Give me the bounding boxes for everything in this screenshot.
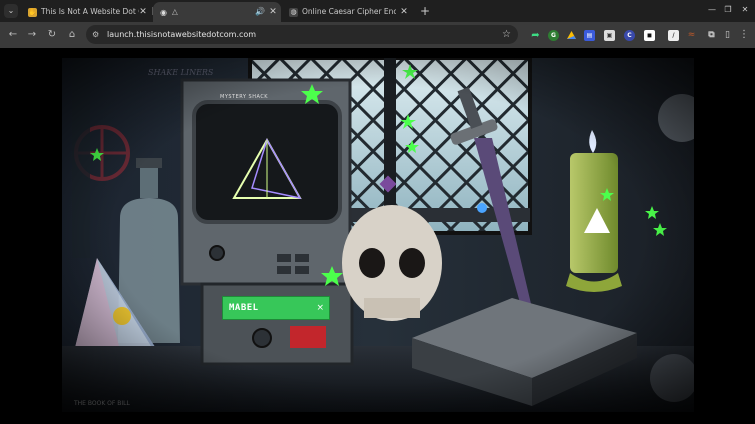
reload-icon[interactable]: ↻ xyxy=(44,27,60,43)
name-input-field[interactable]: MABEL × xyxy=(222,296,330,320)
tab-title: △ xyxy=(172,7,178,16)
scene-illustration xyxy=(62,58,694,412)
shack-scene[interactable]: MYSTERY SHACK SHAKE LINERS MABEL × THE B… xyxy=(62,58,694,412)
page-content: MYSTERY SHACK SHAKE LINERS MABEL × THE B… xyxy=(0,48,755,424)
extension-c-icon[interactable]: C xyxy=(624,30,635,41)
minimize-icon[interactable]: — xyxy=(705,2,719,18)
close-tab-icon[interactable]: ✕ xyxy=(138,2,148,22)
home-icon[interactable]: ⌂ xyxy=(64,27,80,43)
google-drive-icon[interactable] xyxy=(566,30,577,41)
clear-name-icon[interactable]: × xyxy=(316,297,324,319)
extension-wave-icon[interactable]: ≈ xyxy=(686,30,697,41)
tab-caesar-cipher[interactable]: ◍ Online Caesar Cipher Encode a ✕ xyxy=(283,2,413,22)
tab-title: This Is Not A Website Dot Com xyxy=(41,7,139,16)
close-tab-icon[interactable]: ✕ xyxy=(268,2,278,22)
name-input-value[interactable]: MABEL xyxy=(229,297,259,319)
tab-search-button[interactable]: ⌄ xyxy=(4,4,18,18)
wall-graffiti: SHAKE LINERS xyxy=(148,68,214,77)
gold-hand-icon: ✋ xyxy=(28,8,37,17)
back-arrow-icon[interactable]: ← xyxy=(5,27,21,43)
extension-pen-icon[interactable]: / xyxy=(668,30,679,41)
globe-icon: ◍ xyxy=(289,8,298,17)
extension-dark-icon[interactable]: ◼ xyxy=(644,30,655,41)
bookmark-star-icon[interactable]: ☆ xyxy=(502,25,511,44)
monitor-label: MYSTERY SHACK xyxy=(220,94,269,100)
eye-icon: ◉ xyxy=(160,8,167,17)
close-tab-icon[interactable]: ✕ xyxy=(399,2,409,22)
site-info-icon[interactable]: ⚙ xyxy=(92,25,99,44)
tab-strip: ⌄ ✋ This Is Not A Website Dot Com ✕ ◉ △ … xyxy=(0,0,755,22)
new-tab-button[interactable]: + xyxy=(418,2,432,20)
close-window-icon[interactable]: ✕ xyxy=(738,2,752,18)
tab-title: Online Caesar Cipher Encode a xyxy=(302,7,396,16)
tab-triangle[interactable]: ◉ △ 🔊 ✕ xyxy=(153,2,281,22)
browser-toolbar: ← → ↻ ⌂ ⚙ launch.thisisnotawebsitedotcom… xyxy=(0,22,755,48)
url-text[interactable]: launch.thisisnotawebsitedotcom.com xyxy=(107,25,256,44)
restore-icon[interactable]: ❐ xyxy=(721,2,735,18)
share-arrow-icon[interactable]: ➦ xyxy=(530,30,541,41)
tab-this-is-not-a-website[interactable]: ✋ This Is Not A Website Dot Com ✕ xyxy=(22,2,152,22)
extension-box-icon[interactable]: ▣ xyxy=(604,30,615,41)
forward-arrow-icon[interactable]: → xyxy=(24,27,40,43)
grammarly-icon[interactable]: G xyxy=(548,30,559,41)
kebab-menu-icon[interactable]: ⋮ xyxy=(738,27,750,43)
scene-caption: THE BOOK OF BILL xyxy=(74,400,130,407)
side-panel-icon[interactable]: ▯ xyxy=(722,30,733,41)
extensions-puzzle-icon[interactable]: ⧉ xyxy=(706,30,717,41)
speaker-icon[interactable]: 🔊 xyxy=(255,2,265,22)
extension-blue-icon[interactable]: ▤ xyxy=(584,30,595,41)
address-bar[interactable]: ⚙ launch.thisisnotawebsitedotcom.com ☆ xyxy=(86,25,518,44)
